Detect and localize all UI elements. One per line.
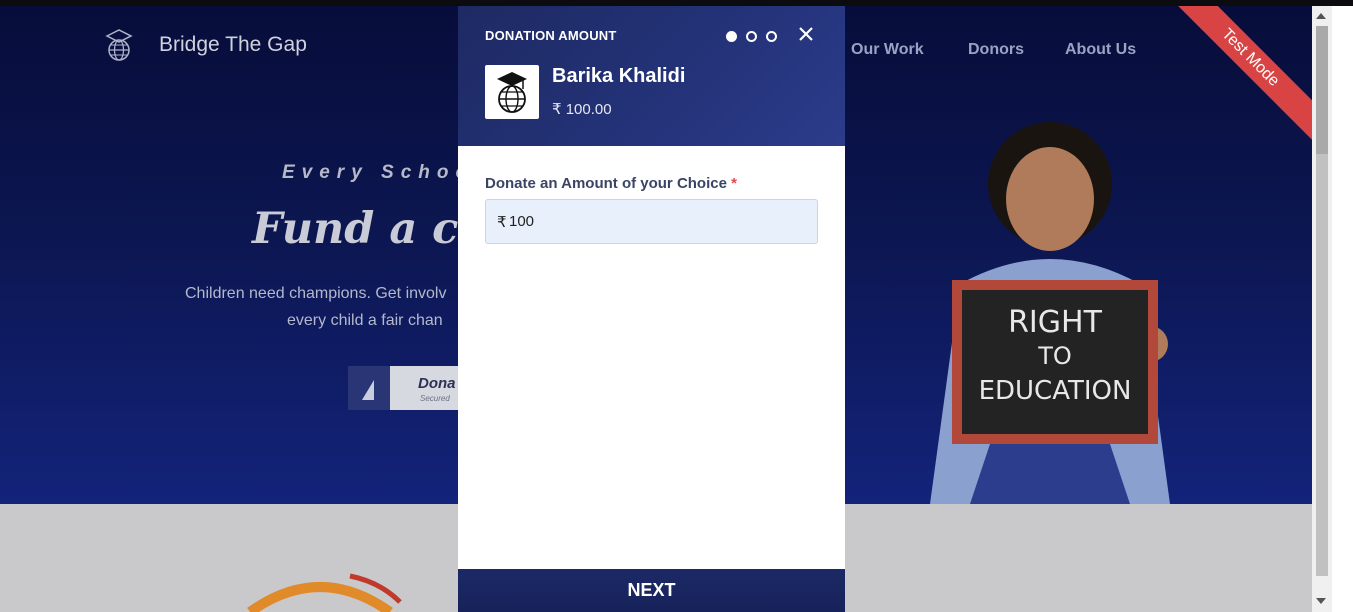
donate-secured-text: Secured <box>420 394 450 403</box>
amount-value[interactable]: 100 <box>509 213 534 230</box>
organization-name: Barika Khalidi <box>552 65 686 87</box>
window-edge <box>1332 6 1353 612</box>
next-button-label: NEXT <box>627 580 676 600</box>
donation-amount-input[interactable]: ₹ 100 <box>485 199 818 244</box>
required-asterisk: * <box>731 175 737 192</box>
amount-field-label-text: Donate an Amount of your Choice <box>485 175 727 192</box>
test-mode-label: Test Mode <box>1172 6 1312 146</box>
organization-logo <box>485 65 539 119</box>
selected-amount: ₹ 100.00 <box>552 101 612 118</box>
donate-brand-icon <box>348 366 390 410</box>
modal-header: DONATION AMOUNT Barika Khalidi ₹ 100.00 <box>458 6 845 146</box>
hero-text-line-1: Children need champions. Get involv <box>185 285 447 302</box>
close-icon[interactable] <box>796 24 816 44</box>
step-indicator-2 <box>746 31 757 42</box>
hero-subtitle: Every School <box>282 162 487 183</box>
next-button[interactable]: NEXT <box>458 569 845 612</box>
donate-button-label: Dona <box>418 375 456 392</box>
hero-text-line-2: every child a fair chan <box>287 312 443 329</box>
chalkboard-line-1: RIGHT <box>1008 305 1102 340</box>
page-scrollbar[interactable] <box>1312 6 1332 612</box>
donation-modal: DONATION AMOUNT Barika Khalidi ₹ 100.00 … <box>458 6 845 612</box>
chalkboard-line-3: EDUCATION <box>979 376 1132 406</box>
nav-our-work[interactable]: Our Work <box>851 41 924 59</box>
amount-field-label: Donate an Amount of your Choice * <box>485 175 737 192</box>
scroll-down-arrow-icon[interactable] <box>1316 598 1326 604</box>
graduation-globe-logo-icon <box>105 29 133 61</box>
test-mode-ribbon: Test Mode <box>1172 6 1312 146</box>
step-indicator-3 <box>766 31 777 42</box>
modal-title: DONATION AMOUNT <box>485 28 617 43</box>
brand-name[interactable]: Bridge The Gap <box>159 33 307 57</box>
step-indicator-1 <box>726 31 737 42</box>
chalkboard-line-2: TO <box>1037 342 1072 370</box>
child-holding-chalkboard-image: RIGHT TO EDUCATION <box>930 122 1170 504</box>
currency-symbol: ₹ <box>497 214 507 231</box>
graduation-globe-icon <box>497 72 527 113</box>
scroll-up-arrow-icon[interactable] <box>1316 13 1326 19</box>
hero-donate-button[interactable]: Dona Secured <box>348 366 458 410</box>
scrollbar-thumb[interactable] <box>1316 26 1328 154</box>
nav-about-us[interactable]: About Us <box>1065 41 1136 59</box>
nav-donors[interactable]: Donors <box>968 41 1024 59</box>
globe-illustration-icon <box>247 573 402 612</box>
